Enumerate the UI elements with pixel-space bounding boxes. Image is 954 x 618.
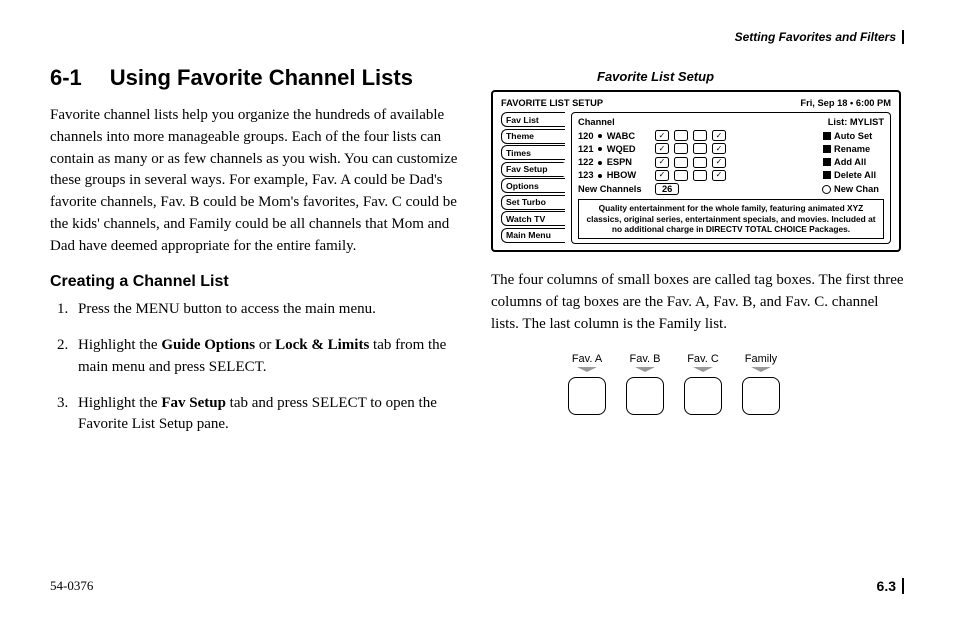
tag-box-b	[626, 377, 664, 415]
page-number: 6.3	[877, 578, 904, 594]
stop-icon	[823, 171, 831, 179]
channel-row: 122 ESPN ✓✓ Add All	[578, 157, 884, 168]
tag-boxes-paragraph: The four columns of small boxes are call…	[491, 270, 904, 335]
tag-box-c	[684, 377, 722, 415]
label-family: Family	[741, 353, 781, 365]
tab-theme: Theme	[501, 129, 565, 144]
channel-row: 121 WQED ✓✓ Rename	[578, 143, 884, 154]
channel-row: 120 WABC ✓✓ Auto Set	[578, 130, 884, 141]
channel-row: 123 HBOW ✓✓ Delete All	[578, 170, 884, 181]
new-count: 26	[655, 183, 679, 195]
tab-options: Options	[501, 178, 565, 193]
step-3: Highlight the Fav Setup tab and press SE…	[72, 393, 463, 437]
step-2: Highlight the Guide Options or Lock & Li…	[72, 335, 463, 379]
tab-times: Times	[501, 145, 565, 160]
label-fav-a: Fav. A	[567, 353, 607, 365]
tab-set-turbo: Set Turbo	[501, 195, 565, 210]
tag-demo-figure: Fav. A Fav. B Fav. C Family	[571, 353, 904, 415]
content-columns: 6-1 Using Favorite Channel Lists Favorit…	[50, 65, 904, 450]
list-header: List: MYLIST	[828, 117, 884, 127]
channel-header: Channel	[578, 117, 615, 127]
stop-icon	[823, 158, 831, 166]
new-channels-row: New Channels 26 New Chan	[578, 183, 884, 195]
chevron-down-icon	[693, 367, 713, 375]
right-column: Favorite List Setup FAVORITE LIST SETUP …	[491, 65, 904, 450]
tv-pane: Channel List: MYLIST 120 WABC ✓✓ Auto Se…	[571, 112, 891, 244]
tv-tabs: Fav List Theme Times Fav Setup Options S…	[501, 112, 565, 244]
tag-box-a	[568, 377, 606, 415]
stop-icon	[823, 132, 831, 140]
label-fav-b: Fav. B	[625, 353, 665, 365]
label-fav-c: Fav. C	[683, 353, 723, 365]
section-number: 6-1	[50, 65, 82, 91]
chevron-down-icon	[635, 367, 655, 375]
reload-icon	[822, 185, 831, 194]
stop-icon	[823, 145, 831, 153]
doc-number: 54-0376	[50, 578, 93, 594]
figure-caption: Favorite List Setup	[597, 69, 904, 84]
tab-fav-setup: Fav Setup	[501, 162, 565, 177]
tab-main-menu: Main Menu	[501, 228, 565, 243]
steps-list: Press the MENU button to access the main…	[50, 299, 463, 436]
tab-fav-list: Fav List	[501, 112, 565, 127]
step-1: Press the MENU button to access the main…	[72, 299, 463, 321]
chevron-down-icon	[751, 367, 771, 375]
tag-box: ✓	[655, 130, 669, 141]
tag-box-family	[742, 377, 780, 415]
left-column: 6-1 Using Favorite Channel Lists Favorit…	[50, 65, 463, 450]
tv-datetime: Fri, Sep 18 • 6:00 PM	[800, 98, 891, 108]
creating-list-heading: Creating a Channel List	[50, 273, 463, 291]
section-title: 6-1 Using Favorite Channel Lists	[50, 65, 463, 91]
chevron-down-icon	[577, 367, 597, 375]
intro-paragraph: Favorite channel lists help you organize…	[50, 105, 463, 257]
tv-title: FAVORITE LIST SETUP	[501, 98, 603, 108]
section-text: Using Favorite Channel Lists	[110, 65, 413, 91]
description-box: Quality entertainment for the whole fami…	[578, 199, 884, 239]
tv-screen-figure: FAVORITE LIST SETUP Fri, Sep 18 • 6:00 P…	[491, 90, 901, 252]
tab-watch-tv: Watch TV	[501, 211, 565, 226]
chapter-header: Setting Favorites and Filters	[735, 30, 904, 44]
